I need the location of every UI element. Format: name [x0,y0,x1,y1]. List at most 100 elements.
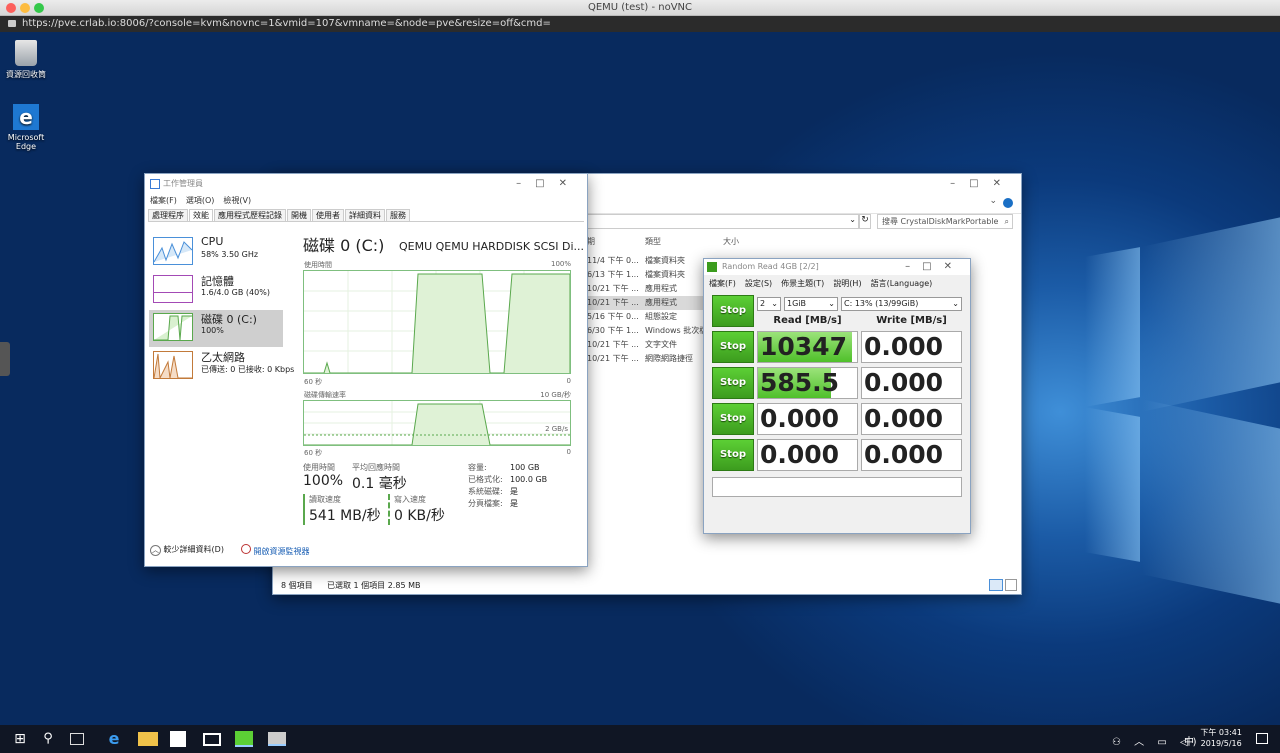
write-header: Write [MB/s] [876,315,947,326]
size-value: 1GiB [787,299,806,308]
menu-view[interactable]: 檢視(V) [223,196,251,205]
tab-processes[interactable]: 處理程序 [148,209,188,221]
column-header-type[interactable]: 類型 [645,236,661,247]
cdm-menu-help[interactable]: 說明(H) [833,279,861,288]
size-select[interactable]: 1GiB ⌄ [784,297,838,311]
cdm-menu-file[interactable]: 檔案(F) [709,279,736,288]
stat-label: 使用時間 [303,463,335,472]
cdm-menu-language[interactable]: 語言(Language) [871,279,933,288]
cdm-titlebar: Random Read 4GB [2/2] –□✕ [704,259,970,275]
ime-indicator[interactable]: 中 [1184,733,1194,748]
read-result-cell: 585.5 [757,367,858,399]
file-date: 11/4 下午 0... [587,256,639,265]
drive-select[interactable]: C: 13% (13/99GiB) ⌄ [841,297,962,311]
prop-key: 已格式化: [468,475,503,484]
prop-value: 是 [510,487,518,496]
count-select[interactable]: 2 ⌄ [757,297,781,311]
active-time-stat: 使用時間 100% [303,462,343,489]
write-result-cell: 0.000 [861,439,962,471]
read-value: 585.5 [760,368,840,397]
address-bar[interactable]: ⌄ [583,214,859,229]
active-time-graph [303,270,571,374]
window-controls[interactable]: –□✕ [950,174,1015,194]
novnc-panel-handle[interactable] [0,342,10,376]
column-header-size[interactable]: 大小 [723,236,739,247]
file-type: 網際網路捷徑 [645,354,693,363]
dropdown-icon: ⌄ [952,299,959,308]
stop-button[interactable]: Stop [712,439,754,471]
refresh-icon[interactable]: ↻ [859,214,871,229]
window-controls[interactable]: –□✕ [516,174,581,194]
read-value: 0.000 [760,440,840,469]
graph1-max: 100% [550,260,571,268]
url-bar[interactable]: https://pve.crlab.io:8006/?console=kvm&n… [0,16,1280,32]
edge-taskbar-icon[interactable]: e [104,729,124,749]
search-icon[interactable]: ⚲ [38,729,58,749]
stop-button[interactable]: Stop [712,331,754,363]
ethernet-thumbnail [153,351,193,380]
start-icon[interactable]: ⊞ [10,729,30,749]
dropdown-icon: ⌄ [828,299,835,308]
write-value: 0.000 [864,368,944,397]
side-item-ethernet[interactable]: 乙太網路 已傳送: 0 已接收: 0 Kbps [149,348,294,385]
mail-icon[interactable] [203,733,221,746]
read-value: 10347 [760,332,847,361]
tab-services[interactable]: 服務 [386,209,410,221]
tab-details[interactable]: 詳細資料 [345,209,385,221]
file-type: 組態設定 [645,312,677,321]
open-resource-monitor-link[interactable]: 開啟資源監視器 [241,544,310,557]
column-header-extra[interactable]: 期 [587,236,595,247]
cdm-menu-settings[interactable]: 設定(S) [745,279,772,288]
side-item-disk[interactable]: 磁碟 0 (C:) 100% [149,310,283,347]
tab-users[interactable]: 使用者 [312,209,344,221]
write-value: 0.000 [864,404,944,433]
read-header: Read [MB/s] [773,315,842,326]
recycle-bin-icon [15,40,37,66]
file-date: 5/16 下午 0... [587,312,639,321]
large-icons-view-icon[interactable] [1005,579,1017,591]
file-date: 10/21 下午 ... [587,298,639,307]
stop-button[interactable]: Stop [712,403,754,435]
notifications-icon[interactable] [1256,733,1268,744]
crystaldiskmark-taskbar-icon[interactable] [235,731,253,747]
file-type: Windows 批次檔 [645,326,708,335]
task-view-icon[interactable] [70,733,84,745]
edge-label: Microsoft Edge [7,133,45,151]
comment-field[interactable] [712,477,962,497]
fewer-details-button[interactable]: ︿ 較少詳細資料(D) [150,544,224,556]
recycle-bin-shortcut[interactable]: 資源回收筒 [0,40,54,80]
file-type: 檔案資料夾 [645,270,685,279]
menu-options[interactable]: 選項(O) [186,196,215,205]
prop-key: 容量: [468,463,487,472]
chevron-up-icon: ︿ [150,545,161,556]
address-dropdown-icon[interactable]: ⌄ [849,215,856,224]
tab-performance[interactable]: 效能 [189,209,213,221]
side-item-cpu[interactable]: CPU 58% 3.50 GHz [149,234,283,271]
store-icon[interactable] [170,731,186,747]
side-item-memory[interactable]: 記憶體 1.6/4.0 GB (40%) [149,272,283,309]
cdm-menu-theme[interactable]: 佈景主題(T) [781,279,824,288]
file-type: 應用程式 [645,284,677,293]
file-explorer-icon[interactable] [138,732,158,746]
clock[interactable]: 下午 03:41 2019/5/16 [1200,727,1242,749]
tab-app-history[interactable]: 應用程式歷程記錄 [214,209,286,221]
graph2-mid: 2 GB/s [545,425,568,433]
graph2-min: 0 [566,448,571,456]
edge-shortcut[interactable]: e Microsoft Edge [0,104,54,151]
file-date: 6/13 下午 1... [587,270,639,279]
ethernet-value: 已傳送: 0 已接收: 0 Kbps [201,365,295,374]
search-input[interactable]: 搜尋 CrystalDiskMarkPortable ⌕ [877,214,1013,229]
chevron-down-icon[interactable]: ⌄ [989,196,997,206]
task-manager-taskbar-icon[interactable] [268,732,286,746]
stop-all-button[interactable]: Stop [712,295,754,327]
stop-button[interactable]: Stop [712,367,754,399]
crystaldiskmark-window: Random Read 4GB [2/2] –□✕ 檔案(F) 設定(S) 佈景主題… [703,258,971,534]
tab-startup[interactable]: 開機 [287,209,311,221]
window-controls[interactable]: –□✕ [905,259,964,275]
menu-file[interactable]: 檔案(F) [150,196,177,205]
help-icon[interactable] [1003,198,1013,208]
taskbar: ⊞ ⚲ e ⚇ ︿ ▭ ◁) 中 下午 03:41 2019/5/16 [0,725,1280,753]
taskmgr-menubar: 檔案(F) 選項(O) 檢視(V) [150,195,260,206]
details-view-icon[interactable] [989,579,1003,591]
status-selection: 已選取 1 個項目 2.85 MB [327,581,421,590]
